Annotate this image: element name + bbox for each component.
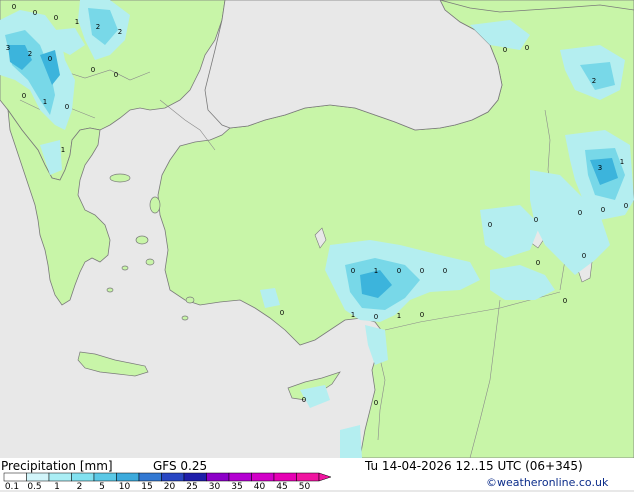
credit-link[interactable]: ©weatheronline.co.uk [486, 476, 608, 489]
value-label: 0 [351, 267, 355, 275]
value-label: 0 [33, 9, 37, 17]
scale-label: 5 [99, 482, 105, 492]
value-label: 1 [61, 146, 65, 154]
scale-swatch [228, 472, 252, 482]
map-title: Precipitation [mm] [1, 459, 113, 473]
precipitation-map: 0 0 0 1 2 2 3 2 0 0 0 0 1 0 1 0 0 2 3 1 … [0, 0, 634, 458]
value-label: 0 [488, 221, 492, 229]
scale-swatch [183, 472, 207, 482]
scale-swatch [138, 472, 162, 482]
scale-label: 0.1 [4, 482, 20, 492]
value-label: 0 [503, 46, 507, 54]
scale-label: 25 [186, 482, 198, 492]
value-label: 2 [592, 77, 596, 85]
value-label: 0 [22, 92, 26, 100]
scale-swatch [26, 472, 50, 482]
value-label: 0 [374, 399, 378, 407]
scale-label: 40 [253, 482, 266, 492]
scale-label: 2 [76, 482, 83, 492]
scale-arrow [318, 472, 332, 482]
value-label: 0 [420, 267, 424, 275]
scale-label: 15 [141, 482, 153, 492]
value-label: 0 [563, 297, 567, 305]
value-label: 0 [534, 216, 538, 224]
scale-label: 0.5 [27, 482, 42, 492]
value-label: 0 [397, 267, 401, 275]
scale-label: 50 [298, 482, 311, 492]
value-label: 2 [118, 28, 122, 36]
scale-label: 45 [276, 482, 288, 492]
value-label: 1 [75, 18, 79, 26]
value-label: 1 [620, 158, 624, 166]
model-name: GFS 0.25 [153, 459, 208, 473]
value-label: 0 [114, 71, 118, 79]
value-label: 1 [43, 98, 47, 106]
value-label: 0 [525, 44, 529, 52]
value-label: 0 [302, 396, 306, 404]
value-label: 0 [280, 309, 284, 317]
scale-swatch [93, 472, 117, 482]
scale-label: 10 [118, 482, 131, 492]
scale-swatch [71, 472, 95, 482]
scale-swatch [161, 472, 185, 482]
scale-swatch [273, 472, 297, 482]
value-label: 0 [536, 259, 540, 267]
scale-swatch [296, 472, 320, 482]
scale-swatch [3, 472, 27, 482]
scale-label: 30 [208, 482, 221, 492]
scale-swatch [251, 472, 275, 482]
scale-swatch [48, 472, 72, 482]
scale-label: 20 [163, 482, 176, 492]
color-scale-bar [3, 472, 332, 482]
value-label: 2 [28, 50, 32, 58]
value-label: 0 [48, 55, 52, 63]
value-label: 1 [351, 311, 355, 319]
scale-label: 35 [231, 482, 243, 492]
value-label: 0 [91, 66, 95, 74]
value-label: 1 [397, 312, 401, 320]
value-label: 0 [601, 206, 605, 214]
value-label: 0 [12, 3, 16, 11]
value-label: 0 [54, 14, 58, 22]
value-label: 0 [624, 202, 628, 210]
value-label: 0 [420, 311, 424, 319]
scale-label: 1 [54, 482, 60, 492]
valid-datetime: Tu 14-04-2026 12..15 UTC (06+345) [365, 459, 583, 473]
value-label: 0 [443, 267, 447, 275]
scale-swatch [116, 472, 140, 482]
value-label: 3 [598, 164, 602, 172]
value-label: 3 [6, 44, 10, 52]
scale-swatch [206, 472, 230, 482]
value-label: 0 [374, 313, 378, 321]
value-label: 0 [582, 252, 586, 260]
value-label: 2 [96, 23, 100, 31]
value-label: 1 [374, 267, 378, 275]
value-label: 0 [65, 103, 69, 111]
value-label: 0 [578, 209, 582, 217]
